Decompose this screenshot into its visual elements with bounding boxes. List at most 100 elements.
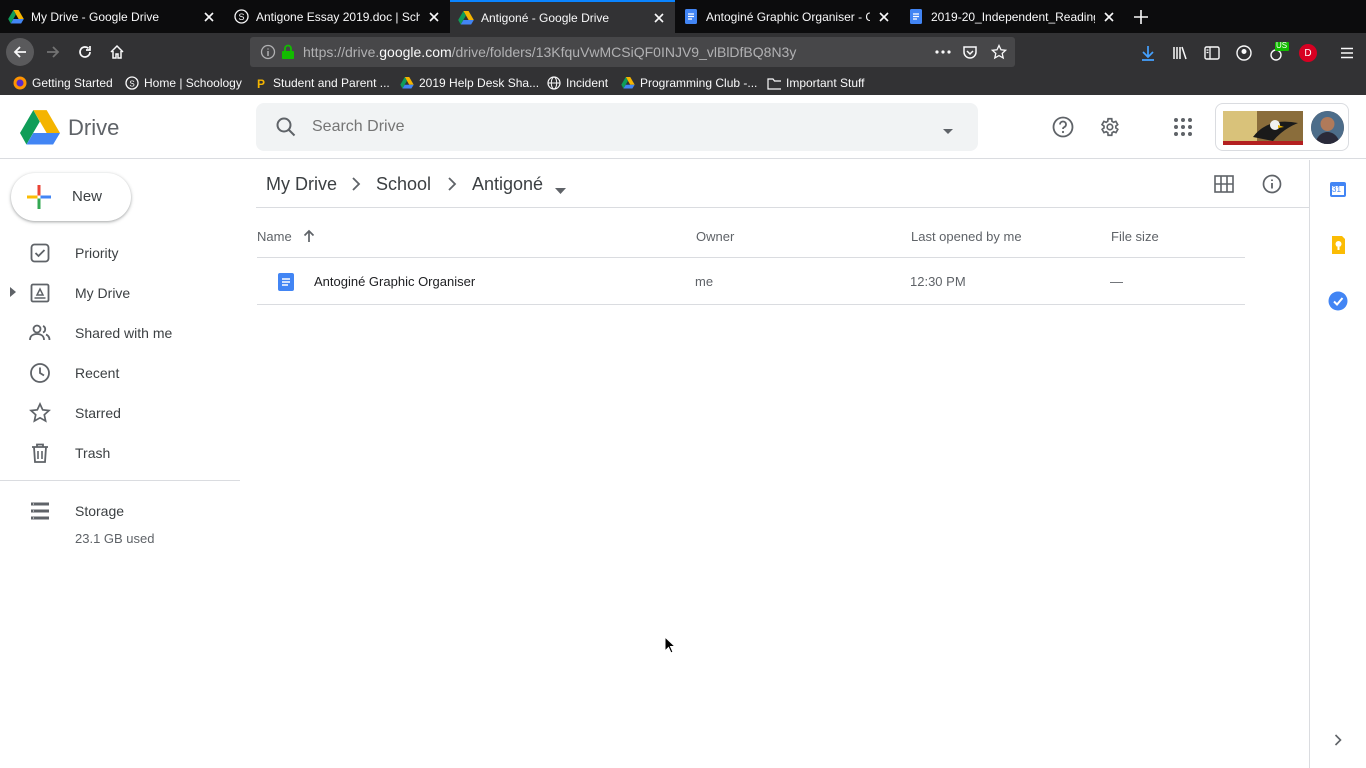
sidebar-item-starred[interactable]: Starred xyxy=(0,393,240,433)
reload-icon xyxy=(79,46,91,58)
new-button[interactable]: New xyxy=(11,173,131,221)
grid-view-icon[interactable] xyxy=(1214,175,1234,198)
bookmark-item[interactable]: S Home | Schoology xyxy=(125,74,242,92)
bookmark-item[interactable]: Programming Club -... xyxy=(621,74,757,92)
file-owner: me xyxy=(695,274,714,289)
more-icon[interactable] xyxy=(934,44,952,65)
breadcrumb-item-current[interactable]: Antigoné xyxy=(472,174,543,195)
info-icon[interactable] xyxy=(260,44,276,65)
search-icon[interactable] xyxy=(274,115,298,144)
mouse-cursor-icon xyxy=(664,635,677,659)
browser-tab-active[interactable]: Antigoné - Google Drive xyxy=(450,0,675,33)
docs-icon xyxy=(908,9,924,25)
url-host: google.com xyxy=(379,44,452,60)
schoology-icon: S xyxy=(125,76,139,90)
calendar-icon[interactable]: 31 xyxy=(1328,179,1348,199)
download-icon[interactable] xyxy=(1140,45,1156,66)
settings-gear-icon[interactable] xyxy=(1097,115,1121,139)
bookmark-item[interactable]: P Student and Parent ... xyxy=(254,74,390,92)
browser-tab[interactable]: My Drive - Google Drive xyxy=(0,0,225,33)
sidebar-item-my-drive[interactable]: My Drive xyxy=(0,273,240,313)
storage-used-text: 23.1 GB used xyxy=(75,531,155,546)
home-button[interactable] xyxy=(103,38,131,66)
bookmark-item[interactable]: 2019 Help Desk Sha... xyxy=(400,74,539,92)
close-icon[interactable] xyxy=(1101,9,1117,25)
sidebar-item-trash[interactable]: Trash xyxy=(0,433,240,473)
close-icon[interactable] xyxy=(426,9,442,25)
breadcrumb-item-school[interactable]: School xyxy=(376,174,431,195)
search-options-icon[interactable] xyxy=(942,123,954,141)
star-icon xyxy=(28,401,52,425)
back-button[interactable] xyxy=(6,38,34,66)
close-icon[interactable] xyxy=(651,10,667,26)
bookmark-item[interactable]: Important Stuff xyxy=(767,74,865,92)
close-icon[interactable] xyxy=(201,9,217,25)
sidebar-item-priority[interactable]: Priority xyxy=(0,233,240,273)
browser-tab[interactable]: 2019-20_Independent_Reading xyxy=(900,0,1125,33)
column-header-last-opened[interactable]: Last opened by me xyxy=(911,229,1022,244)
side-panel: 31 xyxy=(1309,160,1366,768)
account-icon[interactable] xyxy=(1236,45,1252,66)
drive-icon xyxy=(621,76,635,90)
bookmark-item[interactable]: Getting Started xyxy=(13,74,113,92)
bookmark-label: Programming Club -... xyxy=(640,76,758,90)
apps-grid-icon[interactable] xyxy=(1171,115,1195,139)
sidebar-item-label: Starred xyxy=(75,405,121,421)
chevron-right-icon xyxy=(444,176,460,192)
library-icon[interactable] xyxy=(1172,45,1188,66)
sidebar-item-label: Shared with me xyxy=(75,325,173,341)
breadcrumb-item-my-drive[interactable]: My Drive xyxy=(266,174,337,195)
tasks-icon[interactable] xyxy=(1328,291,1348,311)
browser-tab[interactable]: Antoginé Graphic Organiser - G xyxy=(675,0,900,33)
sidebar-toggle-icon[interactable] xyxy=(1204,45,1220,66)
expand-arrow-icon[interactable] xyxy=(10,287,16,297)
file-size: — xyxy=(1110,274,1123,289)
forward-button[interactable] xyxy=(39,38,67,66)
vpn-badge: US xyxy=(1276,41,1288,50)
sidebar-item-storage[interactable]: Storage xyxy=(0,491,240,531)
avatar[interactable] xyxy=(1311,111,1344,144)
close-icon[interactable] xyxy=(876,9,892,25)
drive-logo-text[interactable]: Drive xyxy=(68,115,119,141)
bookmark-label: Important Stuff xyxy=(786,76,865,90)
browser-tab[interactable]: S Antigone Essay 2019.doc | Scho xyxy=(225,0,450,33)
menu-icon[interactable] xyxy=(1339,45,1355,66)
tab-title: Antigone Essay 2019.doc | Scho xyxy=(256,9,420,24)
sidebar-item-recent[interactable]: Recent xyxy=(0,353,240,393)
bookmark-item[interactable]: Incident xyxy=(547,74,608,92)
keep-icon[interactable] xyxy=(1328,235,1348,255)
tab-title: 2019-20_Independent_Reading xyxy=(931,9,1095,24)
firefox-icon xyxy=(13,76,27,90)
url-path: /drive/folders/13KfquVwMCSiQF0INJV9_vlBl… xyxy=(451,44,797,60)
pocket-icon[interactable] xyxy=(962,44,978,65)
reload-button[interactable] xyxy=(71,38,99,66)
sort-arrow-up-icon[interactable] xyxy=(302,229,316,248)
column-header-name[interactable]: Name xyxy=(257,229,292,244)
info-details-icon[interactable] xyxy=(1262,174,1282,199)
file-name[interactable]: Antoginé Graphic Organiser xyxy=(314,274,475,289)
bookmark-label: Incident xyxy=(566,76,609,90)
chevron-right-icon[interactable] xyxy=(1328,730,1348,750)
drive-logo-icon[interactable] xyxy=(20,110,60,151)
chevron-down-icon[interactable] xyxy=(555,181,566,199)
star-bookmark-icon[interactable] xyxy=(990,43,1008,65)
calendar-day: 31 xyxy=(1332,185,1341,194)
svg-text:S: S xyxy=(238,12,244,22)
drive-icon xyxy=(8,9,24,25)
search-input[interactable] xyxy=(312,115,912,139)
account-switcher[interactable] xyxy=(1215,103,1349,151)
arrow-right-icon xyxy=(47,46,60,58)
search-box[interactable] xyxy=(256,103,978,151)
svg-text:S: S xyxy=(129,80,134,89)
column-header-file-size: File size xyxy=(1111,229,1159,244)
sidebar-item-shared[interactable]: Shared with me xyxy=(0,313,240,353)
arrow-left-icon xyxy=(13,46,26,58)
help-icon[interactable] xyxy=(1051,115,1075,139)
new-tab-button[interactable] xyxy=(1128,4,1154,30)
priority-icon xyxy=(28,241,52,265)
vpn-extension-icon[interactable]: US xyxy=(1267,41,1289,63)
profile-badge-icon[interactable]: D xyxy=(1299,44,1317,62)
new-button-label: New xyxy=(72,188,103,205)
table-row[interactable]: Antoginé Graphic Organiser me 12:30 PM — xyxy=(257,257,1245,305)
url-bar[interactable]: https://drive.google.com/drive/folders/1… xyxy=(250,37,1015,67)
